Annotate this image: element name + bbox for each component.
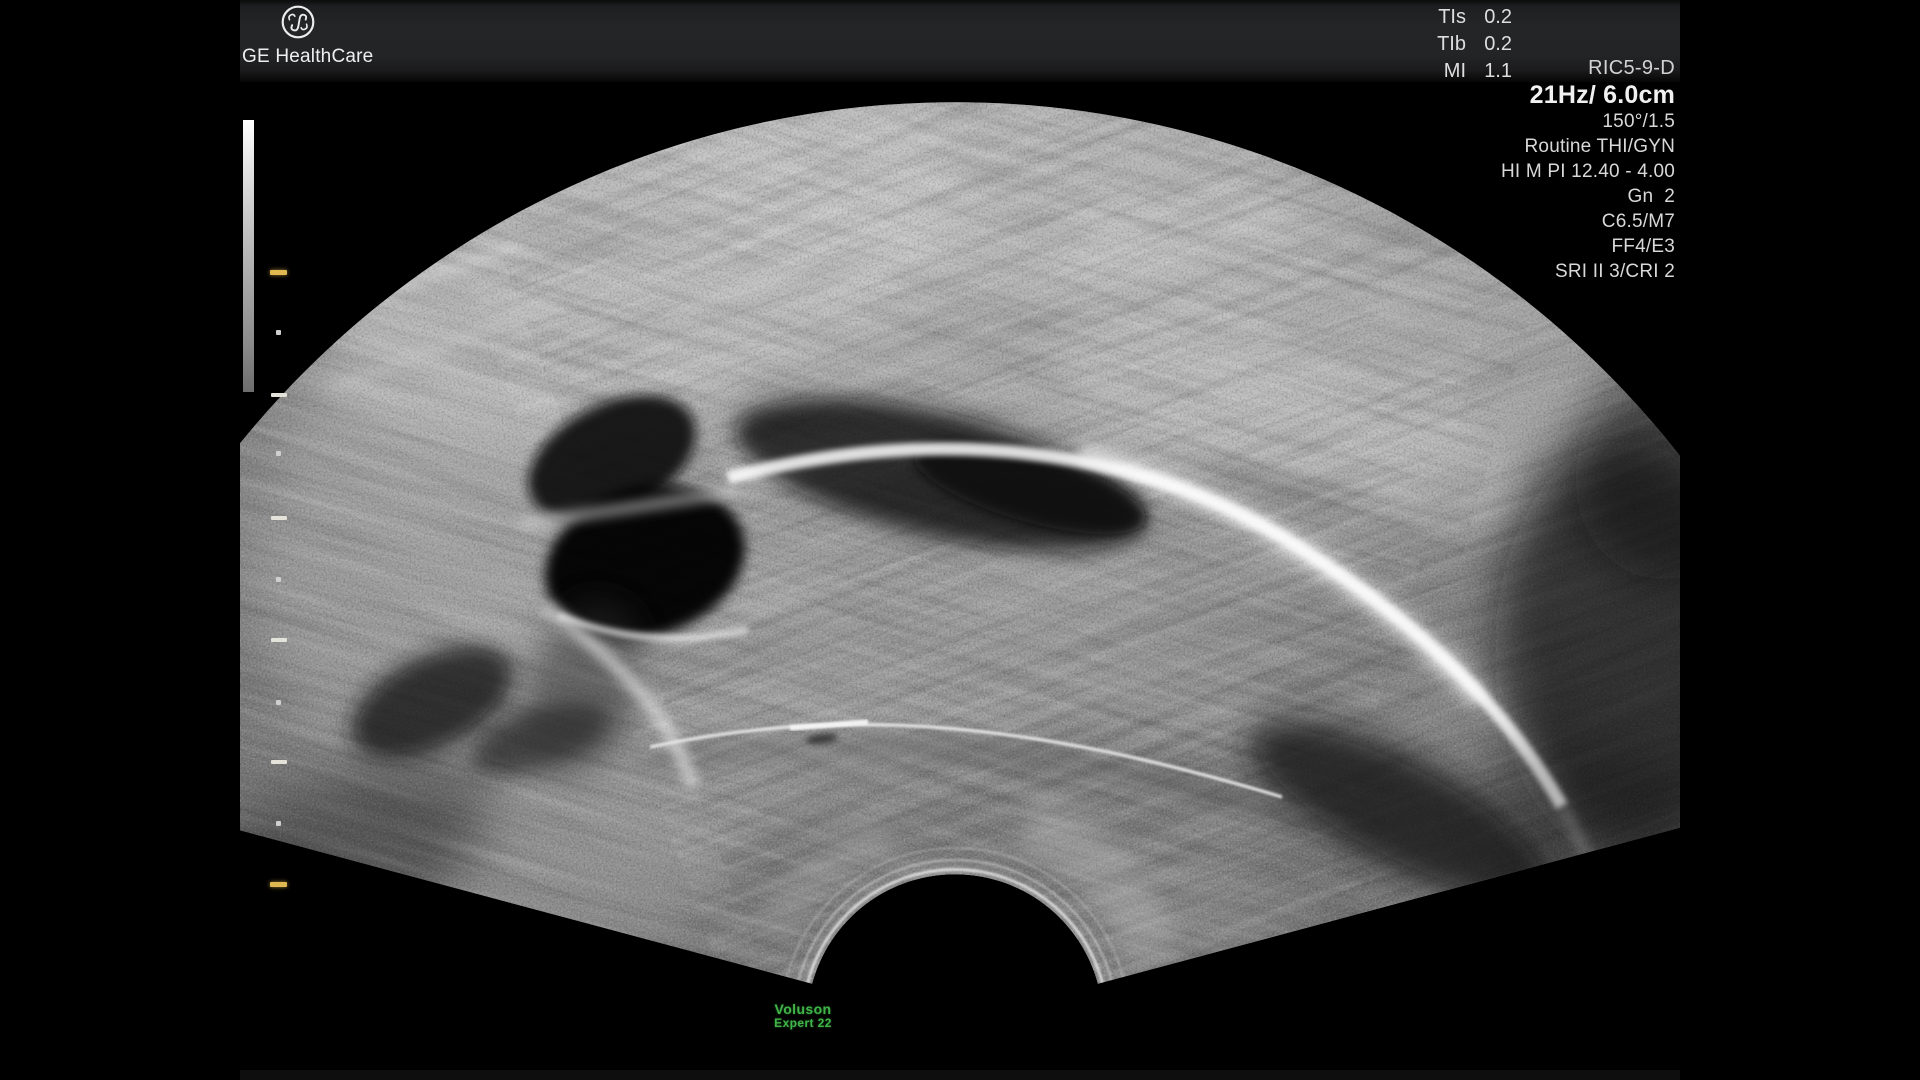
depth-tick — [276, 700, 281, 705]
display-area: GE HealthCare TIs 0.2 TIb 0.2 MI 1.1 RIC… — [240, 0, 1680, 1080]
depth-tick — [271, 393, 287, 397]
ultrasound-screen: GE HealthCare TIs 0.2 TIb 0.2 MI 1.1 RIC… — [0, 0, 1920, 1080]
grayscale-bar — [243, 120, 254, 392]
focal-zone-marker — [270, 882, 287, 887]
depth-tick — [271, 516, 287, 520]
depth-tick — [271, 638, 287, 642]
ultrasound-fan-image — [240, 0, 1680, 1080]
focal-zone-marker — [270, 270, 287, 275]
depth-tick — [276, 451, 281, 456]
depth-tick — [271, 760, 287, 764]
system-logo: Voluson Expert 22 — [740, 1002, 866, 1030]
depth-tick — [276, 330, 281, 335]
system-model: Expert 22 — [740, 1017, 866, 1030]
depth-tick — [276, 821, 281, 826]
system-name: Voluson — [740, 1002, 866, 1017]
depth-tick — [276, 577, 281, 582]
bottom-strip — [240, 1070, 1680, 1080]
